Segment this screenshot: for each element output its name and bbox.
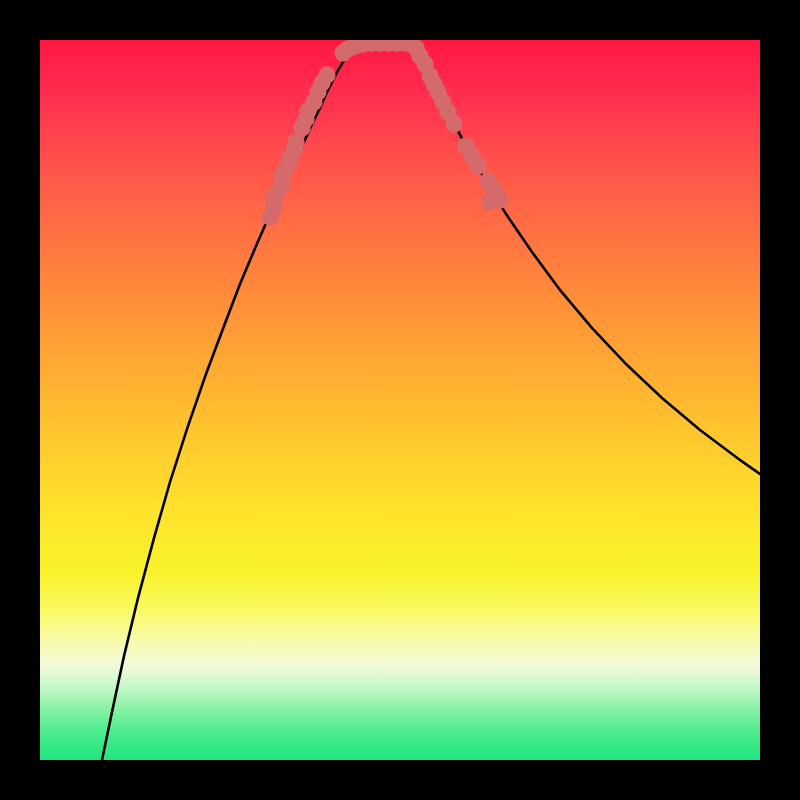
plot-area [40, 40, 760, 760]
frame-top [0, 0, 800, 40]
frame-right [760, 0, 800, 800]
point-right-cluster-upper [481, 193, 498, 210]
chart-stage: TheBottleneck.com [0, 0, 800, 800]
frame-bottom [0, 760, 800, 800]
point-right-cluster-upper [469, 157, 486, 174]
line-series-layer [102, 43, 760, 760]
frame-left [0, 0, 40, 800]
scatter-series-layer [261, 40, 508, 226]
chart-svg [40, 40, 760, 760]
series-left-curve [102, 43, 384, 760]
series-right-curve [414, 44, 760, 474]
point-left-cluster-lower [318, 66, 335, 83]
point-right-cluster-lower [445, 115, 462, 132]
